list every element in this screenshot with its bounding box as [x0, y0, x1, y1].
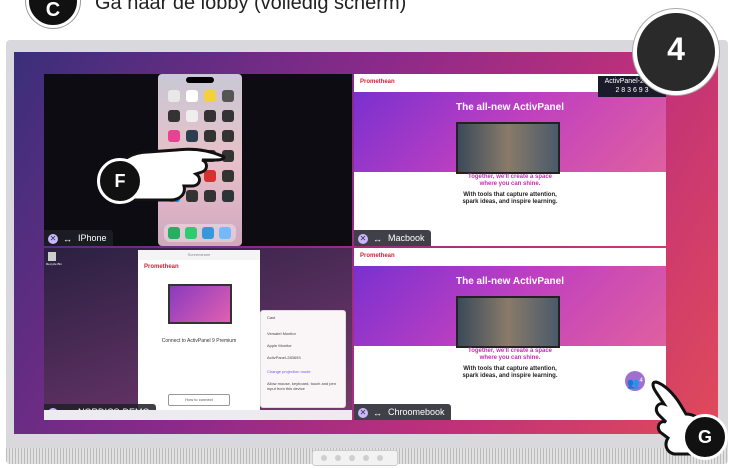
dialog-title: Connect to ActivPanel 9 Premium — [161, 338, 237, 344]
cast-flyout: Cast Versatel Monitor Apple Monitor Acti… — [260, 310, 346, 408]
hero-photo — [456, 122, 560, 174]
quadrant-label-macbook: ✕ ↔ Macbook — [354, 230, 431, 246]
recycle-bin-label: Recycle Bin — [46, 262, 62, 266]
participants-count: 4 — [639, 378, 643, 384]
cast-header: Cast — [267, 315, 276, 320]
tagline-body: With tools that capture attention, spark … — [462, 366, 558, 379]
phone-app-icon — [168, 227, 180, 239]
change-projection-mode-link[interactable]: Change projection mode — [267, 369, 311, 374]
mail-app-icon — [202, 227, 214, 239]
dynamic-island — [186, 77, 214, 83]
recycle-bin-icon[interactable] — [48, 252, 56, 261]
hero-title: The all-new ActivPanel — [456, 276, 564, 287]
tagline-body: With tools that capture attention, spark … — [462, 192, 558, 205]
site-nav: Promethean — [354, 248, 666, 267]
allow-input-checkbox[interactable]: Allow mouse, keyboard, touch and pen inp… — [267, 381, 341, 391]
close-icon[interactable]: ✕ — [358, 233, 368, 244]
marker-g-badge: G — [682, 414, 728, 460]
cast-device[interactable]: Apple Monitor — [267, 343, 292, 348]
tagline-highlight: Together, we'll create a space where you … — [467, 174, 553, 187]
cast-device[interactable]: Versatel Monitor — [267, 331, 296, 336]
dialog-titlebar: Screenshare — [138, 250, 260, 260]
how-to-connect-button[interactable]: How to connect — [168, 394, 230, 406]
app-icon — [222, 90, 234, 102]
step-number-badge: 4 — [633, 9, 719, 95]
promethean-logo: Promethean — [360, 79, 395, 85]
hero-title: The all-new ActivPanel — [456, 102, 564, 113]
expand-arrows-icon[interactable]: ↔ — [63, 234, 72, 244]
quadrant-macbook[interactable]: Promethean The all-new ActivPanel Togeth… — [354, 74, 666, 246]
dialog-logo: Promethean — [144, 264, 179, 270]
app-icon — [204, 90, 216, 102]
participants-button[interactable]: 👥4 — [625, 371, 645, 391]
quadrant-label-chroomebook: ✕ ↔ Chroomebook — [354, 404, 451, 420]
safari-app-icon — [219, 227, 231, 239]
app-icon — [186, 90, 198, 102]
expand-arrows-icon[interactable]: ↔ — [373, 234, 382, 244]
hero-photo — [456, 296, 560, 348]
panel-front-buttons[interactable] — [312, 450, 398, 466]
quadrant-chroomebook[interactable]: Promethean The all-new ActivPanel Togeth… — [354, 248, 666, 420]
expand-arrows-icon[interactable]: ↔ — [373, 408, 382, 418]
quadrant-label-iphone: ✕ ↔ IPhone — [44, 230, 113, 246]
windows-taskbar — [44, 410, 352, 420]
quadrant-nordics-demo[interactable]: Recycle Bin Screenshare Promethean Conne… — [44, 248, 352, 420]
app-icon — [168, 90, 180, 102]
instruction-caption: Ga naar de lobby (volledig scherm) — [95, 0, 407, 14]
close-icon[interactable]: ✕ — [358, 407, 368, 418]
marker-f-badge: F — [97, 158, 143, 204]
promethean-connect-dialog: Screenshare Promethean Connect to ActivP… — [138, 250, 260, 418]
close-icon[interactable]: ✕ — [48, 233, 58, 244]
dialog-illustration — [168, 284, 232, 324]
marker-c-badge: C — [26, 0, 80, 28]
messages-app-icon — [185, 227, 197, 239]
promethean-logo: Promethean — [360, 253, 395, 259]
tagline-highlight: Together, we'll create a space where you … — [467, 348, 553, 361]
cast-device[interactable]: ActivPanel-283693 — [267, 355, 301, 360]
people-icon: 👥 — [627, 378, 640, 390]
iphone-dock — [164, 224, 236, 242]
